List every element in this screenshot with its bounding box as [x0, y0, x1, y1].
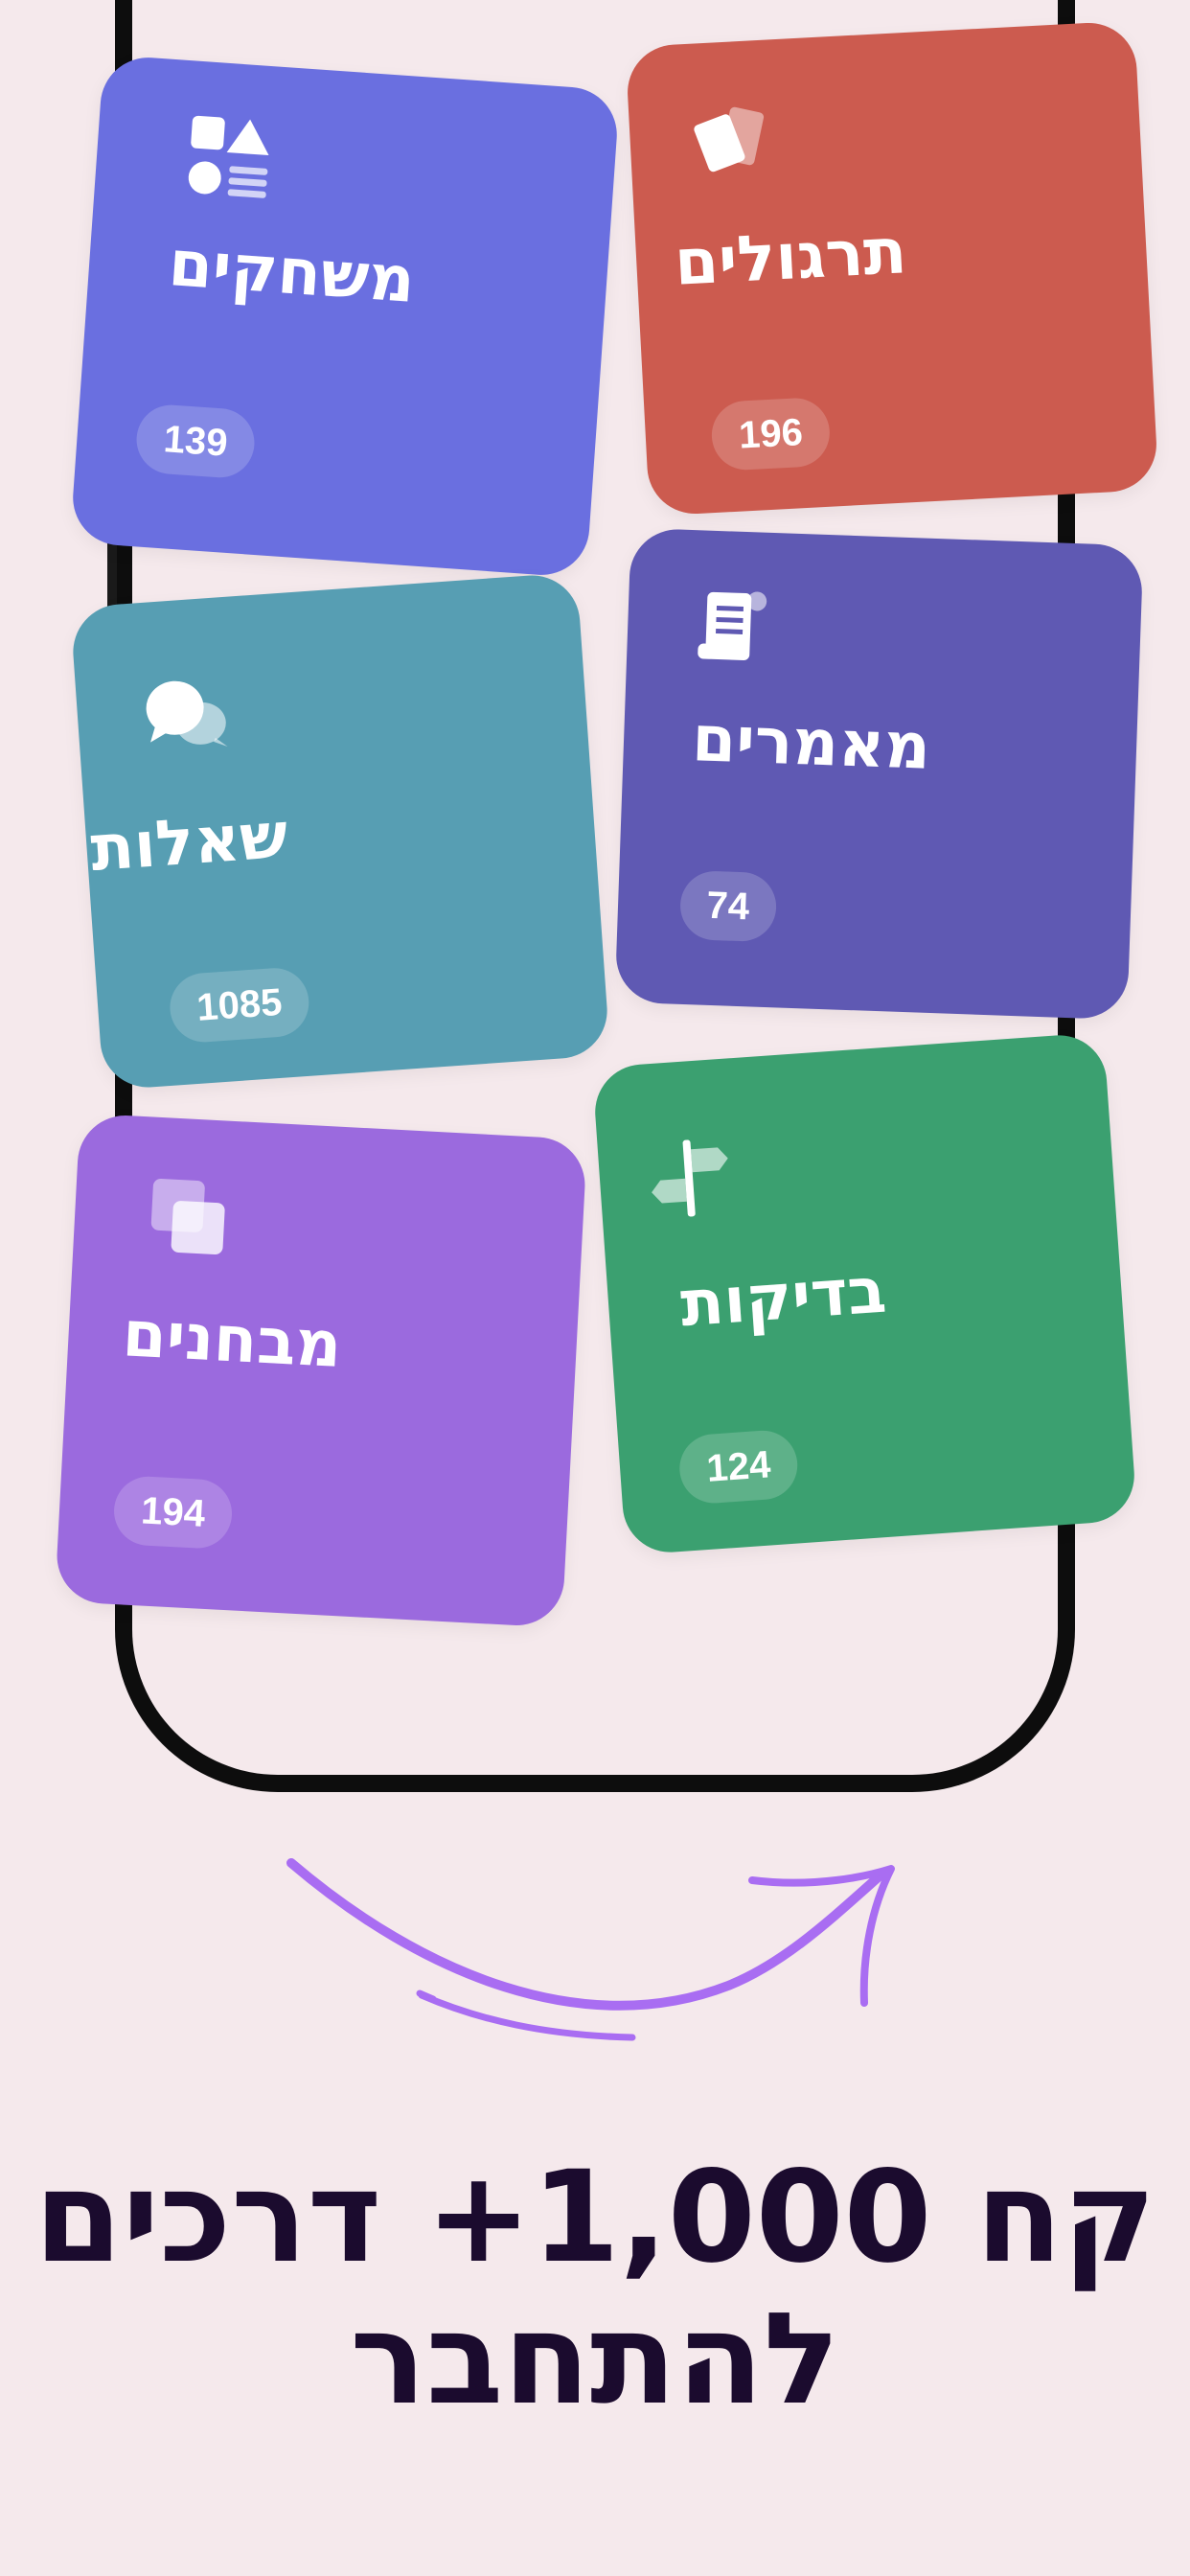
shapes-icon: [185, 113, 277, 209]
card-title: מאמרים: [691, 702, 932, 784]
chat-bubbles-icon: [142, 674, 234, 760]
card-title: שאלות: [88, 797, 290, 886]
category-card-questions[interactable]: שאלות 1085: [70, 572, 610, 1091]
category-card-checks[interactable]: בדיקות 124: [591, 1031, 1138, 1556]
count-badge: 74: [678, 869, 778, 943]
category-card-articles[interactable]: מאמרים 74: [614, 527, 1144, 1021]
headline-line-1: קח 1,000+ דרכים: [34, 2144, 1156, 2291]
count-badge: 124: [677, 1428, 800, 1506]
card-title: משחקים: [166, 226, 418, 317]
card-title: תרגולים: [673, 214, 909, 300]
category-card-practice[interactable]: תרגולים 196: [625, 20, 1159, 517]
category-card-quizzes[interactable]: מבחנים 194: [55, 1113, 587, 1628]
count-badge: 196: [710, 396, 832, 472]
count-badge: 139: [134, 402, 257, 480]
card-title: מבחנים: [121, 1297, 344, 1383]
headline-line-2: להתחבר: [350, 2286, 840, 2433]
swoosh-arrow-icon: [286, 1858, 895, 2041]
count-badge: 194: [112, 1474, 234, 1551]
layers-icon: [146, 1174, 230, 1262]
count-badge: 1085: [168, 965, 311, 1045]
cards-icon: [693, 102, 773, 186]
promo-headline: קח 1,000+ דרכים להתחבר: [0, 2147, 1190, 2430]
signpost-icon: [646, 1136, 732, 1226]
card-title: בדיקות: [677, 1253, 889, 1342]
category-card-games[interactable]: משחקים 139: [69, 54, 621, 579]
scroll-icon: [694, 587, 773, 671]
